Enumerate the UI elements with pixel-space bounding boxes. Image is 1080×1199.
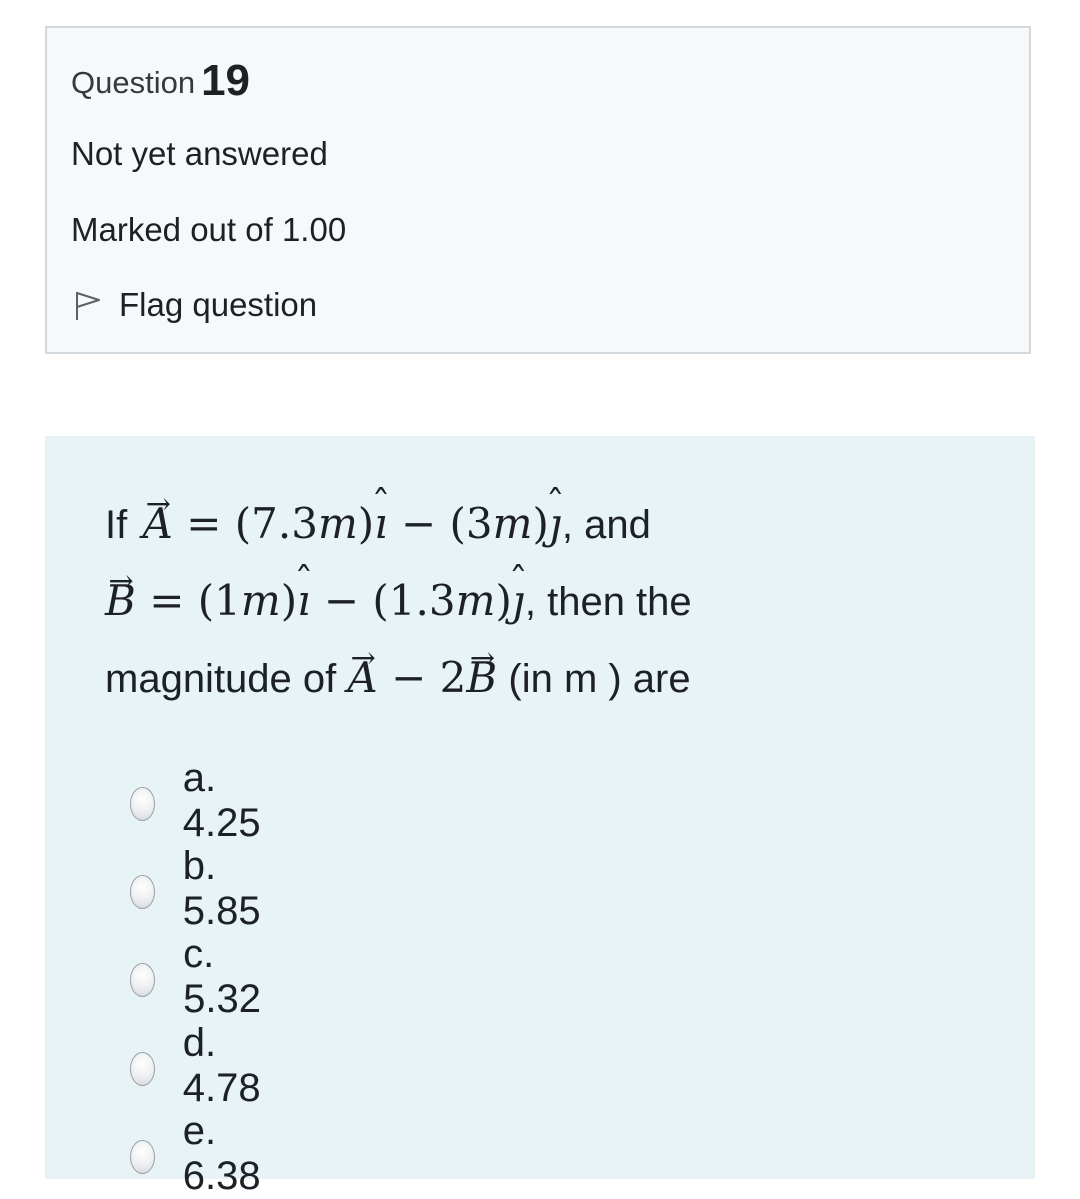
question-if-text: If <box>105 503 128 547</box>
flag-question-label: Flag question <box>119 286 318 323</box>
radio-button[interactable] <box>130 787 155 821</box>
option-a[interactable]: a. 4.25 <box>130 756 270 845</box>
question-and-text: , and <box>561 503 651 547</box>
option-label: b. 5.85 <box>182 844 261 933</box>
question-magnitude-text: magnitude of <box>105 657 337 701</box>
vector-expression: A − 2B <box>347 653 497 702</box>
option-e[interactable]: e. 6.38 <box>130 1109 270 1198</box>
question-label: Question <box>71 65 196 100</box>
question-text: If A = (7.3m)ı − (3m)ȷ, and B = (1m)ı − … <box>105 486 1005 717</box>
question-unit-text: (in m ) are <box>508 657 691 701</box>
question-line-2: B = (1m)ı − (1.3m)ȷ, then the <box>105 563 1005 640</box>
question-number-value: 19 <box>201 56 251 105</box>
option-label: a. 4.25 <box>182 756 261 845</box>
option-label: c. 5.32 <box>183 932 261 1021</box>
vector-a-equation: A = (7.3m)ı − (3m)ȷ <box>138 499 562 548</box>
radio-button[interactable] <box>130 875 155 909</box>
question-line-3: magnitude of A − 2B (in m ) are <box>105 640 1005 717</box>
option-d[interactable]: d. 4.78 <box>130 1021 270 1110</box>
option-b[interactable]: b. 5.85 <box>130 844 270 933</box>
option-c[interactable]: c. 5.32 <box>130 932 270 1021</box>
vector-b-equation: B = (1m)ı − (1.3m)ȷ <box>105 576 525 625</box>
question-then-text: , then the <box>524 580 692 624</box>
option-label: e. 6.38 <box>182 1109 261 1198</box>
question-grade: Marked out of 1.00 <box>71 211 347 248</box>
question-line-1: If A = (7.3m)ı − (3m)ȷ, and <box>105 486 1005 563</box>
radio-button[interactable] <box>130 1052 155 1086</box>
question-state: Not yet answered <box>71 135 328 172</box>
flag-icon <box>76 292 100 320</box>
question-content-panel: If A = (7.3m)ı − (3m)ȷ, and B = (1m)ı − … <box>45 436 1035 1198</box>
question-info-panel: Question 19 Not yet answered Marked out o… <box>45 26 1031 354</box>
radio-button[interactable] <box>130 1140 155 1174</box>
radio-button[interactable] <box>130 963 156 997</box>
flag-question-link[interactable]: Flag question <box>71 286 317 324</box>
option-label: d. 4.78 <box>182 1021 261 1110</box>
question-number: Question 19 <box>71 56 250 106</box>
